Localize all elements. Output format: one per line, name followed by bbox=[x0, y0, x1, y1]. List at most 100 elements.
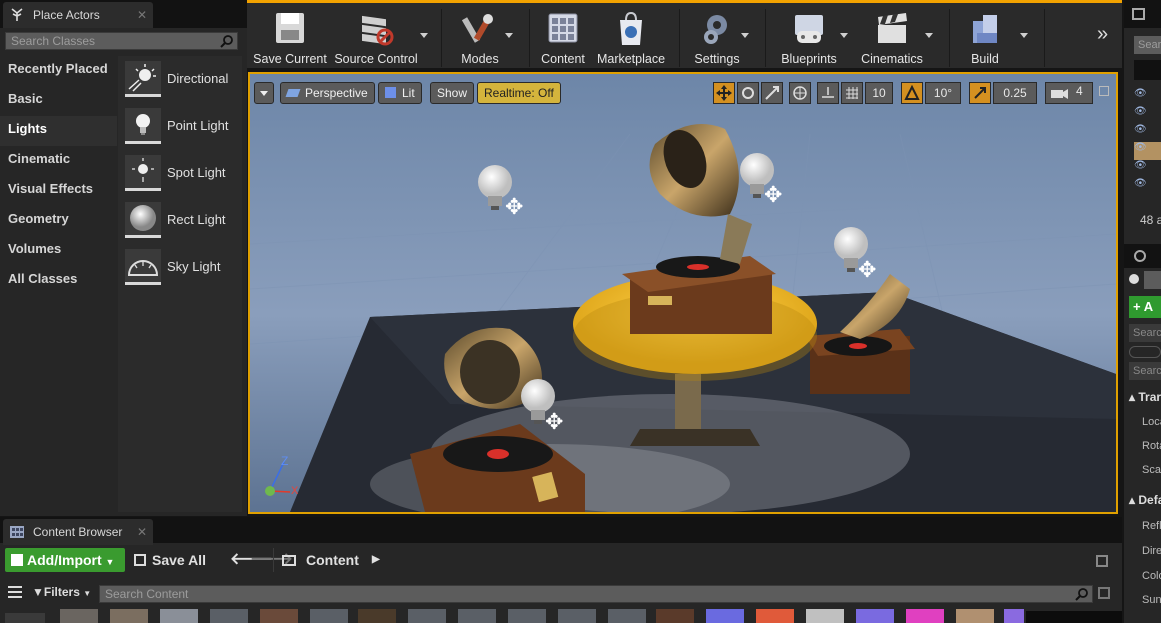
cinematics-dropdown[interactable] bbox=[925, 33, 933, 38]
visibility-eye-icon[interactable]: 👁 bbox=[1134, 160, 1161, 178]
source-control-button[interactable]: Source Control bbox=[333, 9, 419, 69]
show-button[interactable]: Show bbox=[430, 82, 475, 104]
content-browser-tab[interactable]: Content Browser ✕ bbox=[3, 519, 153, 545]
build-button[interactable]: Build bbox=[959, 9, 1011, 69]
asset-tile[interactable] bbox=[956, 609, 994, 623]
asset-tile[interactable] bbox=[1004, 609, 1024, 623]
asset-tile[interactable] bbox=[310, 609, 348, 623]
visibility-eye-icon[interactable]: 👁 bbox=[1134, 142, 1161, 160]
asset-tile[interactable] bbox=[260, 609, 298, 623]
content-search-input[interactable]: Search Content bbox=[99, 585, 1093, 603]
surface-snap-icon[interactable] bbox=[817, 82, 839, 104]
asset-tile[interactable] bbox=[558, 609, 596, 623]
modes-button[interactable]: Modes bbox=[450, 9, 510, 69]
visibility-eye-icon[interactable]: 👁 bbox=[1134, 124, 1161, 142]
actor-name-field[interactable] bbox=[1144, 271, 1161, 289]
maximize-viewport-icon[interactable] bbox=[1099, 86, 1109, 96]
category-lights[interactable]: Lights bbox=[0, 116, 117, 146]
category-visual-effects[interactable]: Visual Effects bbox=[0, 176, 117, 206]
add-import-button[interactable]: Add/Import ▼ bbox=[5, 548, 125, 572]
category-volumes[interactable]: Volumes bbox=[0, 236, 117, 266]
category-all-classes[interactable]: All Classes bbox=[0, 266, 117, 296]
asset-tile[interactable] bbox=[110, 609, 148, 623]
add-component-button[interactable]: + A bbox=[1129, 296, 1161, 318]
category-geometry[interactable]: Geometry bbox=[0, 206, 117, 236]
lock-icon[interactable] bbox=[1096, 555, 1108, 567]
component-search-input[interactable]: Searc bbox=[1129, 324, 1161, 342]
asset-tile[interactable] bbox=[458, 609, 496, 623]
viewport-options-button[interactable] bbox=[254, 82, 274, 104]
actor-item-rect-light[interactable]: Rect Light bbox=[125, 202, 237, 238]
camera-speed-button[interactable]: 4 bbox=[1045, 82, 1093, 104]
world-space-icon[interactable] bbox=[789, 82, 811, 104]
actor-item-point-light[interactable]: Point Light bbox=[125, 108, 237, 144]
rotate-tool-icon[interactable] bbox=[737, 82, 759, 104]
actor-item-spot-light[interactable]: Spot Light bbox=[125, 155, 237, 191]
asset-tile[interactable] bbox=[160, 609, 198, 623]
asset-tile[interactable] bbox=[608, 609, 646, 623]
asset-tile[interactable] bbox=[5, 613, 45, 623]
actor-item-directional[interactable]: Directional bbox=[125, 61, 237, 97]
perspective-button[interactable]: Perspective bbox=[280, 82, 375, 104]
lit-button[interactable]: Lit bbox=[378, 82, 422, 104]
rotation-snap-value[interactable]: 10° bbox=[925, 82, 961, 104]
default-section-header[interactable]: ▴ Defa bbox=[1129, 493, 1161, 507]
close-icon[interactable]: ✕ bbox=[137, 8, 147, 22]
details-search-input[interactable]: Searc bbox=[1129, 362, 1161, 380]
place-actors-tab[interactable]: Place Actors ✕ bbox=[3, 2, 153, 28]
save-all-button[interactable]: Save All bbox=[134, 548, 206, 572]
translate-tool-icon[interactable] bbox=[713, 82, 735, 104]
grid-snap-value[interactable]: 10 bbox=[865, 82, 893, 104]
scale-snap-value[interactable]: 0.25 bbox=[993, 82, 1037, 104]
world-outliner-icon[interactable] bbox=[1132, 8, 1145, 20]
asset-tile[interactable] bbox=[856, 609, 894, 623]
visibility-eye-icon[interactable]: 👁 bbox=[1134, 88, 1161, 106]
details-icon[interactable] bbox=[1134, 250, 1146, 262]
asset-tile[interactable] bbox=[706, 609, 744, 623]
realtime-toggle[interactable]: Realtime: Off bbox=[477, 82, 561, 104]
blueprints-button[interactable]: Blueprints bbox=[773, 9, 845, 69]
toolbar-overflow-icon[interactable]: » bbox=[1097, 24, 1115, 44]
path-root-button[interactable]: Content bbox=[282, 548, 359, 572]
actor-item-sky-light[interactable]: Sky Light bbox=[125, 249, 237, 285]
grid-snap-icon[interactable] bbox=[841, 82, 863, 104]
category-recently-placed[interactable]: Recently Placed bbox=[0, 56, 117, 86]
asset-tile[interactable] bbox=[656, 609, 694, 623]
asset-tile[interactable] bbox=[408, 609, 446, 623]
close-icon[interactable]: ✕ bbox=[137, 525, 147, 539]
asset-tile[interactable] bbox=[60, 609, 98, 623]
scale-snap-icon[interactable] bbox=[969, 82, 991, 104]
filters-button[interactable]: ▼Filters ▼ bbox=[32, 585, 91, 599]
settings-button[interactable]: Settings bbox=[687, 9, 747, 69]
save-current-button[interactable]: Save Current bbox=[251, 9, 329, 69]
build-dropdown[interactable] bbox=[1020, 33, 1028, 38]
cinematics-button[interactable]: Cinematics bbox=[857, 9, 927, 69]
marketplace-button[interactable]: Marketplace bbox=[596, 9, 666, 69]
class-search-input[interactable]: Search Classes bbox=[5, 32, 238, 50]
asset-tile[interactable] bbox=[358, 609, 396, 623]
visibility-eye-icon[interactable]: 👁 bbox=[1134, 106, 1161, 124]
source-control-dropdown[interactable] bbox=[420, 33, 428, 38]
outliner-search-input[interactable]: Searc bbox=[1134, 36, 1161, 54]
save-search-icon[interactable] bbox=[1098, 587, 1110, 599]
settings-dropdown[interactable] bbox=[741, 33, 749, 38]
sources-toggle-icon[interactable] bbox=[8, 586, 22, 598]
asset-tile[interactable] bbox=[756, 609, 794, 623]
content-button[interactable]: Content bbox=[536, 9, 590, 69]
search-icon bbox=[220, 35, 233, 48]
category-cinematic[interactable]: Cinematic bbox=[0, 146, 117, 176]
asset-tile[interactable] bbox=[806, 609, 844, 623]
modes-dropdown[interactable] bbox=[505, 33, 513, 38]
blueprints-dropdown[interactable] bbox=[840, 33, 848, 38]
level-viewport[interactable]: ✥ ✥ ✥ ✥ Z X Perspective Lit Show Realtim… bbox=[248, 72, 1118, 514]
asset-tile[interactable] bbox=[210, 609, 248, 623]
category-basic[interactable]: Basic bbox=[0, 86, 117, 116]
transform-section-header[interactable]: ▴ Trar bbox=[1129, 390, 1161, 404]
rotation-snap-icon[interactable] bbox=[901, 82, 923, 104]
asset-tile[interactable] bbox=[508, 609, 546, 623]
component-root-item[interactable] bbox=[1129, 346, 1161, 358]
path-chevron-icon[interactable]: ▶ bbox=[372, 548, 380, 572]
asset-tile[interactable] bbox=[906, 609, 944, 623]
scale-tool-icon[interactable] bbox=[761, 82, 783, 104]
visibility-eye-icon[interactable]: 👁 bbox=[1134, 178, 1161, 196]
